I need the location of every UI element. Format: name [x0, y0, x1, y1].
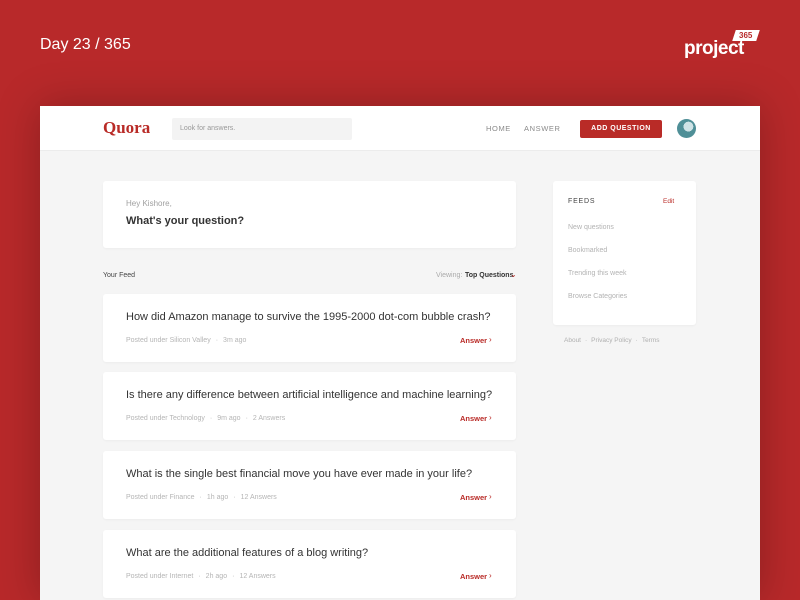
greeting-text: Hey Kishore,: [126, 199, 172, 208]
nav-home-link[interactable]: HOME: [486, 124, 511, 133]
question-category[interactable]: Posted under Silicon Valley: [126, 337, 211, 344]
meta-separator: ·: [198, 573, 201, 580]
question-prompt[interactable]: What's your question?: [126, 215, 244, 227]
answer-count[interactable]: 12 Answers: [239, 573, 275, 580]
question-time: 3m ago: [223, 337, 247, 344]
footer-separator: ·: [585, 337, 588, 344]
nav-answer-link[interactable]: ANSWER: [524, 124, 561, 133]
chevron-right-icon[interactable]: ›: [489, 492, 492, 501]
question-title[interactable]: What are the additional features of a bl…: [126, 547, 368, 559]
chevron-right-icon[interactable]: ›: [489, 413, 492, 422]
brand-word: project: [684, 38, 744, 59]
answer-button[interactable]: Answer: [460, 336, 487, 345]
feeds-item-trending[interactable]: Trending this week: [568, 270, 627, 277]
question-time: 9m ago: [217, 415, 241, 422]
answer-button[interactable]: Answer: [460, 572, 487, 581]
day-counter: Day 23 / 365: [40, 36, 131, 53]
question-category[interactable]: Posted under Internet: [126, 573, 193, 580]
question-meta: Posted under Technology · 9m ago · 2 Answers: [126, 415, 285, 422]
meta-separator: ·: [245, 415, 248, 422]
brand-badge: 365: [732, 30, 760, 41]
question-title[interactable]: Is there any difference between artifici…: [126, 389, 492, 401]
answer-count[interactable]: 2 Answers: [253, 415, 285, 422]
footer-links: About · Privacy Policy · Terms: [564, 337, 660, 344]
ask-question-card[interactable]: Hey Kishore, What's your question?: [103, 181, 516, 248]
question-card[interactable]: How did Amazon manage to survive the 199…: [103, 294, 516, 362]
footer-separator: ·: [635, 337, 638, 344]
feeds-title: FEEDS: [568, 198, 596, 205]
viewing-filter-dropdown[interactable]: Top Questions: [465, 272, 513, 279]
feeds-panel: FEEDS Edit New questions Bookmarked Tren…: [553, 181, 696, 325]
chevron-down-icon[interactable]: ⌄: [510, 270, 517, 279]
meta-separator: ·: [215, 337, 219, 344]
question-meta: Posted under Internet · 2h ago · 12 Answers: [126, 573, 276, 580]
question-card[interactable]: What is the single best financial move y…: [103, 451, 516, 519]
meta-separator: ·: [233, 494, 236, 501]
meta-separator: ·: [209, 415, 213, 422]
question-time: 2h ago: [205, 573, 228, 580]
question-title[interactable]: How did Amazon manage to survive the 199…: [126, 311, 490, 323]
question-time: 1h ago: [206, 494, 229, 501]
feeds-edit-link[interactable]: Edit: [663, 198, 674, 205]
search-input[interactable]: Look for answers.: [172, 118, 352, 140]
question-meta: Posted under Finance · 1h ago · 12 Answers: [126, 494, 277, 501]
footer-about-link[interactable]: About: [564, 337, 581, 344]
quora-logo[interactable]: Quora: [103, 118, 150, 138]
question-meta: Posted under Silicon Valley · 3m ago: [126, 337, 246, 344]
answer-button[interactable]: Answer: [460, 493, 487, 502]
chevron-right-icon[interactable]: ›: [489, 571, 492, 580]
question-card[interactable]: Is there any difference between artifici…: [103, 372, 516, 440]
question-category[interactable]: Posted under Technology: [126, 415, 205, 422]
footer-terms-link[interactable]: Terms: [642, 337, 660, 344]
footer-privacy-link[interactable]: Privacy Policy: [591, 337, 631, 344]
feeds-item-new-questions[interactable]: New questions: [568, 224, 614, 231]
meta-separator: ·: [232, 573, 235, 580]
answer-button[interactable]: Answer: [460, 414, 487, 423]
question-category[interactable]: Posted under Finance: [126, 494, 195, 501]
answer-count[interactable]: 12 Answers: [241, 494, 277, 501]
chevron-right-icon[interactable]: ›: [489, 335, 492, 344]
viewing-label: Viewing:: [436, 272, 463, 279]
question-card[interactable]: What are the additional features of a bl…: [103, 530, 516, 598]
feeds-item-browse-categories[interactable]: Browse Categories: [568, 293, 627, 300]
app-window: Quora Look for answers. HOME ANSWER ADD …: [40, 106, 760, 600]
top-navigation-bar: Quora Look for answers. HOME ANSWER ADD …: [40, 106, 760, 151]
feed-label: Your Feed: [103, 272, 136, 279]
meta-separator: ·: [199, 494, 202, 501]
question-title[interactable]: What is the single best financial move y…: [126, 468, 472, 480]
feeds-item-bookmarked[interactable]: Bookmarked: [568, 247, 607, 254]
add-question-button[interactable]: ADD QUESTION: [580, 120, 662, 138]
user-avatar[interactable]: [677, 119, 696, 138]
project-365-logo: project 365: [684, 30, 764, 60]
